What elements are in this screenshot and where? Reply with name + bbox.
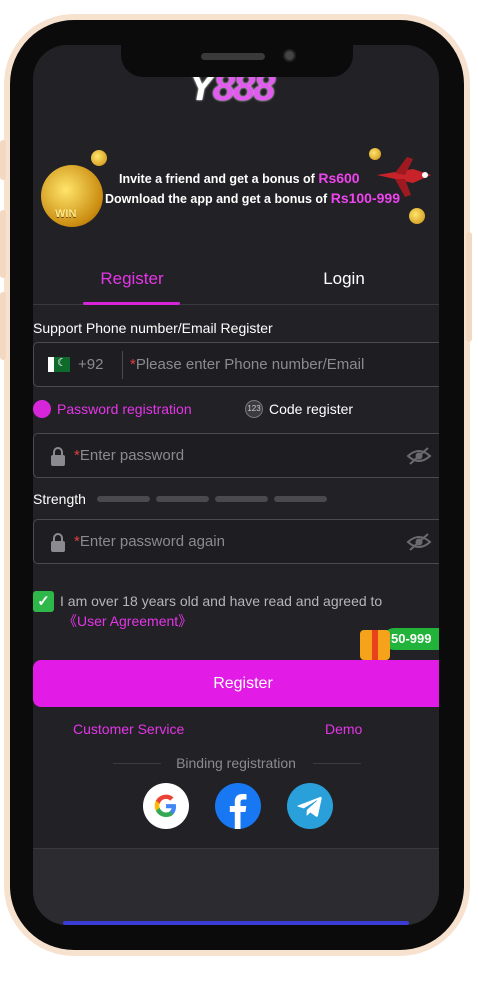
phone-side-button [0,210,6,278]
banner-line-2-text: Download the app and get a bonus of [105,192,331,206]
user-agreement-link[interactable]: 《User Agreement》 [63,611,192,631]
win-badge: WIN [55,208,77,220]
front-camera [283,49,296,62]
strength-bar-segment [274,496,327,502]
password-field[interactable]: *Enter password [33,433,439,478]
code-register-option[interactable]: 123 Code register [245,400,354,419]
placeholder-text: Enter password [79,447,185,464]
bottom-area [33,848,439,925]
telegram-icon [297,796,322,817]
agreement-checkbox[interactable]: ✓ [33,591,54,612]
option-label: Code register [269,401,354,417]
gift-icon[interactable] [360,630,390,660]
eye-hidden-icon[interactable] [406,532,432,552]
coin-icon [91,150,107,166]
google-icon [154,794,176,817]
auth-tabs: Register Login [33,255,439,305]
eye-hidden-icon[interactable] [406,446,432,466]
banner-line-2: Download the app and get a bonus of Rs10… [105,190,400,206]
password-registration-option[interactable]: Password registration [33,400,192,419]
lock-icon [51,447,65,466]
option-label: Password registration [57,401,192,417]
banner-line-1: Invite a friend and get a bonus of Rs600 [119,170,360,186]
coin-icon [409,208,425,224]
tab-login[interactable]: Login [269,269,419,289]
telegram-login-button[interactable] [287,783,333,829]
strength-bar-segment [215,496,268,502]
google-login-button[interactable] [143,783,189,829]
placeholder-text: Enter password again [79,533,225,550]
phone-email-field[interactable]: +92 *Please enter Phone number/Email [33,342,439,387]
country-code[interactable]: +92 [78,356,103,373]
demo-link[interactable]: Demo [325,721,362,737]
phone-side-button [0,140,6,180]
divider-line [313,763,361,764]
pakistan-flag-icon [48,356,70,372]
facebook-icon [229,794,247,829]
app-screen: Y888 WIN Invite a friend and get a bonus… [33,45,439,925]
speaker-grille [201,53,265,60]
home-indicator [63,921,409,925]
lock-badge-icon [33,400,51,419]
phone-email-placeholder: *Please enter Phone number/Email [130,356,364,373]
banner-line-1-text: Invite a friend and get a bonus of [119,172,319,186]
phone-side-button [0,292,6,360]
active-tab-indicator [83,302,180,305]
banner-amount-1: Rs600 [318,170,360,186]
banner-amount-2: Rs100-999 [330,190,400,206]
phone-side-button [466,232,472,342]
password-placeholder: *Enter password [74,447,184,464]
field-divider [122,351,123,379]
strength-bar-segment [156,496,209,502]
placeholder-text: Please enter Phone number/Email [135,356,365,373]
confirm-password-field[interactable]: *Enter password again [33,519,439,564]
strength-bar-segment [97,496,150,502]
phone-notch [121,30,353,77]
agreement-text: I am over 18 years old and have read and… [60,593,383,609]
customer-service-link[interactable]: Customer Service [73,721,184,737]
facebook-login-button[interactable] [215,783,261,829]
confirm-password-placeholder: *Enter password again [74,533,225,550]
lock-icon [51,533,65,552]
promo-banner[interactable]: WIN Invite a friend and get a bonus of R… [33,140,439,235]
tab-register[interactable]: Register [57,269,207,289]
strength-label: Strength [33,491,86,507]
register-section-label: Support Phone number/Email Register [33,320,273,336]
numeric-code-icon: 123 [245,400,263,419]
register-button[interactable]: Register [33,660,439,707]
bonus-pill[interactable]: 50-999 [383,628,439,650]
binding-registration-label: Binding registration [176,755,296,771]
